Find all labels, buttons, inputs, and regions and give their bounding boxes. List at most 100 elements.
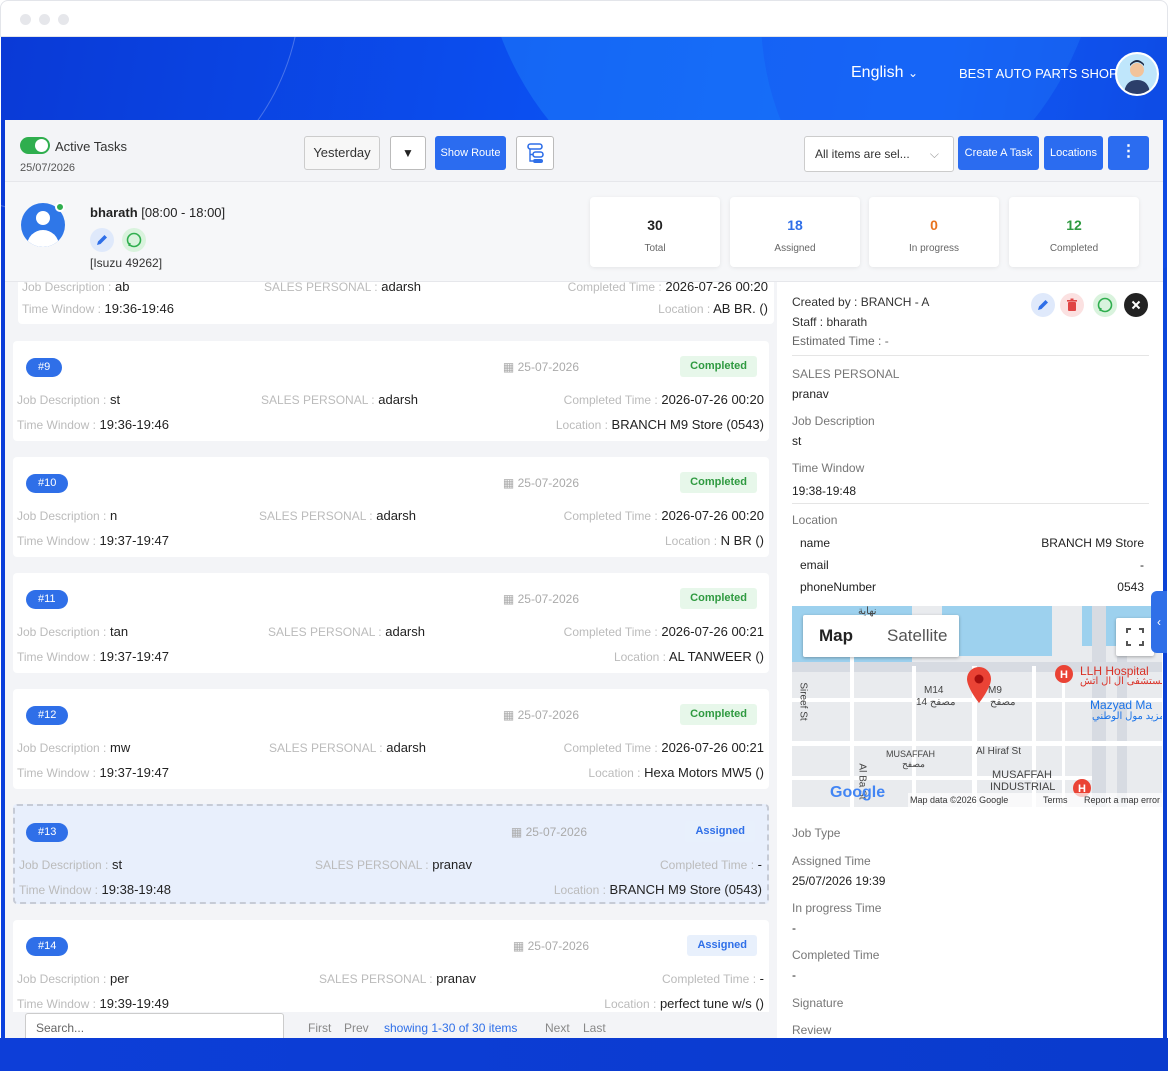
google-logo: Google: [830, 784, 886, 801]
map-label: MUSAFFAH: [886, 749, 936, 759]
job-description-row: Job Description : st: [17, 392, 121, 407]
task-card[interactable]: #12 ▦ 25-07-2026 Completed Job Description …: [13, 689, 769, 789]
task-date: ▦ 25-07-2026: [512, 939, 589, 953]
task-card[interactable]: #9 ▦ 25-07-2026 Completed Job Description :…: [13, 341, 769, 441]
location-row: Location : BRANCH M9 Store (0543): [553, 882, 762, 897]
estimated-time: Estimated Time : -: [792, 334, 889, 348]
location-row: Location : BRANCH M9 Store (0543): [555, 417, 764, 432]
first-page-link[interactable]: First: [308, 1021, 331, 1035]
more-options-button[interactable]: ⋮: [1108, 136, 1149, 170]
fullscreen-button[interactable]: [1116, 618, 1154, 656]
status-badge: Assigned: [685, 821, 755, 842]
inprogress-time-value: -: [792, 921, 796, 935]
sales-personal-row: SALES PERSONAL : pranav: [319, 971, 476, 986]
whatsapp-task-button[interactable]: [1093, 293, 1117, 317]
sales-personal-row: SALES PERSONAL : adarsh: [261, 392, 418, 407]
calendar-icon: ▦: [502, 592, 515, 606]
stat-label: In progress: [908, 243, 960, 254]
task-card[interactable]: #10 ▦ 25-07-2026 Completed Job Description …: [13, 457, 769, 557]
collapse-panel-tab[interactable]: ‹: [1151, 591, 1167, 653]
locations-button[interactable]: Locations: [1044, 136, 1103, 170]
map-label: Mazyad Ma: [1090, 698, 1153, 712]
language-label: English: [851, 64, 904, 81]
job-type-label: Job Type: [792, 826, 841, 840]
status-badge: Completed: [680, 356, 757, 377]
edit-task-button[interactable]: [1031, 293, 1055, 317]
completed-time-value: -: [792, 968, 796, 982]
status-badge: Completed: [680, 588, 757, 609]
task-date: ▦ 25-07-2026: [502, 708, 579, 722]
task-date: ▦ 25-07-2026: [502, 592, 579, 606]
location-label: Location: [792, 513, 838, 527]
sales-personal-row: SALES PERSONAL : adarsh: [268, 624, 425, 639]
sales-personal-label: SALES PERSONAL: [792, 367, 900, 381]
user-avatar[interactable]: [1115, 52, 1159, 96]
sales-personal-value: pranav: [792, 387, 829, 401]
map-tab[interactable]: Map: [819, 626, 853, 646]
delete-task-button[interactable]: [1060, 293, 1084, 317]
status-badge: Assigned: [687, 935, 757, 956]
items-filter-select[interactable]: All items are sel... ⌵: [804, 136, 954, 172]
close-icon: [1131, 300, 1141, 310]
prev-page-link[interactable]: Prev: [344, 1021, 369, 1035]
shop-name: BEST AUTO PARTS SHOP: [959, 66, 1118, 81]
stat-value: 0: [930, 217, 938, 233]
task-id-badge: #12: [26, 706, 69, 725]
calendar-icon: ▦: [502, 708, 515, 722]
stat-value: 12: [1066, 217, 1082, 233]
time-window-row: Time Window : 19:37-19:47: [17, 533, 169, 548]
location-key: email: [800, 558, 829, 572]
calendar-icon: ▦: [510, 825, 523, 839]
pagination-info: showing 1-30 of 30 items: [384, 1021, 518, 1035]
close-detail-button[interactable]: [1124, 293, 1148, 317]
assigned-time-label: Assigned Time: [792, 854, 871, 868]
next-page-link[interactable]: Next: [545, 1021, 570, 1035]
create-task-button[interactable]: Create A Task: [958, 136, 1039, 170]
stat-in-progress: 0 In progress: [869, 197, 999, 267]
location-value: -: [1140, 558, 1144, 572]
task-card[interactable]: #14 ▦ 25-07-2026 Assigned Job Description :…: [13, 920, 769, 1012]
map-label: 14 مصفح: [916, 697, 956, 708]
status-badge: Completed: [680, 704, 757, 725]
task-date: ▦ 25-07-2026: [502, 360, 579, 374]
time-window-row: Time Window : 19:39-19:49: [17, 996, 169, 1011]
calendar-icon: ▦: [502, 360, 515, 374]
job-description-row: Job Description : mw: [17, 740, 131, 755]
map-label: نهاية: [858, 606, 877, 617]
sales-personal-row: SALES PERSONAL : pranav: [315, 857, 472, 872]
map-label: مصفح: [902, 759, 925, 769]
map-terms-link[interactable]: Terms: [1043, 795, 1068, 805]
location-value: BRANCH M9 Store: [1041, 536, 1144, 550]
time-window-row: Time Window : 19:37-19:47: [17, 649, 169, 664]
job-description-row: Job Description : tan: [17, 624, 129, 639]
task-date: ▦ 25-07-2026: [510, 825, 587, 839]
svg-text:H: H: [1060, 669, 1068, 681]
task-card[interactable]: #11 ▦ 25-07-2026 Completed Job Description …: [13, 573, 769, 673]
calendar-icon: ▦: [502, 476, 515, 490]
location-row: Location : perfect tune w/s (): [604, 996, 764, 1011]
task-id-badge: #11: [26, 590, 68, 609]
report-map-error-link[interactable]: Report a map error: [1084, 795, 1160, 805]
trash-icon: [1067, 298, 1077, 311]
location-row: Location : Hexa Motors MW5 (): [588, 765, 764, 780]
language-selector[interactable]: English ⌄: [851, 64, 918, 82]
time-window-label: Time Window: [792, 461, 865, 475]
satellite-tab[interactable]: Satellite: [887, 626, 947, 646]
map-label: مستشفى ال ال اتش: [1080, 676, 1162, 687]
time-window-value: 19:38-19:48: [792, 484, 857, 498]
task-card[interactable]: #13 ▦ 25-07-2026 Assigned Job Description :…: [13, 804, 769, 904]
divider: [792, 503, 1149, 504]
stat-label: Completed: [1049, 243, 1099, 254]
last-page-link[interactable]: Last: [583, 1021, 606, 1035]
status-badge: Completed: [680, 472, 757, 493]
inprogress-time-label: In progress Time: [792, 901, 882, 915]
whatsapp-icon: [1097, 297, 1113, 313]
map-pin-icon[interactable]: [965, 666, 993, 704]
map-label: INDUSTRIAL: [990, 781, 1056, 793]
location-map[interactable]: Map Satellite M14 14 مصفح M9 مصفح LLH Ho…: [792, 606, 1162, 807]
footer-bar: [0, 1038, 1168, 1071]
map-label: MUSAFFAH: [992, 769, 1052, 781]
job-description-row: Job Description : n: [17, 508, 118, 523]
hospital-icon: H: [1055, 665, 1073, 683]
task-id-badge: #13: [26, 823, 69, 842]
